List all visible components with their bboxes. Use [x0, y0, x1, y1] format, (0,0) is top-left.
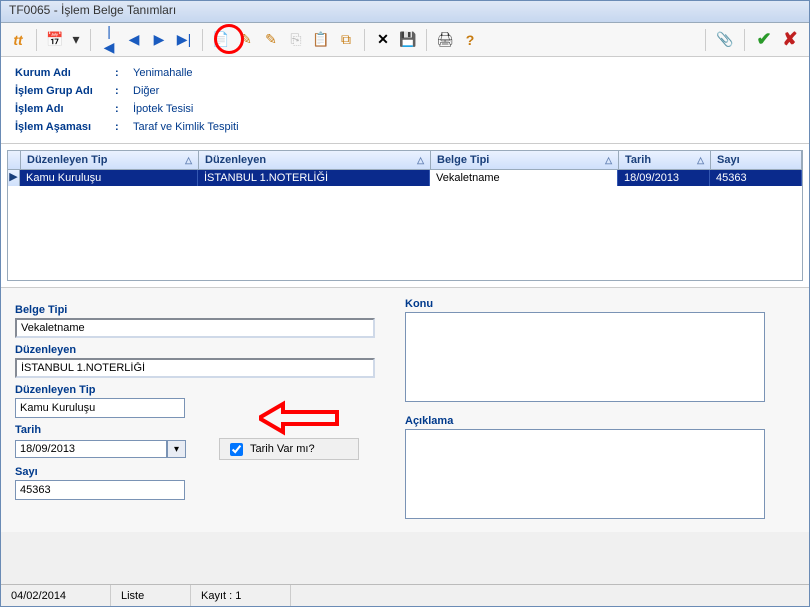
asama-value: Taraf ve Kimlik Tespiti [133, 121, 239, 133]
tarih-var-checkbox[interactable] [230, 443, 243, 456]
help-icon[interactable]: ? [459, 29, 481, 51]
grup-value: Diğer [133, 85, 159, 97]
col-tarih[interactable]: Tarih△ [619, 151, 711, 169]
belge-tipi-label: Belge Tipi [15, 304, 375, 316]
col-duzenleyen-tip[interactable]: Düzenleyen Tip△ [21, 151, 199, 169]
duzenleyen-tip-input[interactable] [15, 398, 185, 418]
grid-panel: Düzenleyen Tip△ Düzenleyen△ Belge Tipi△ … [1, 144, 809, 287]
kurum-label: Kurum Adı [15, 67, 115, 79]
edit2-icon[interactable]: ✎ [260, 29, 282, 51]
status-empty [291, 585, 809, 606]
row-indicator: ▶ [8, 170, 20, 186]
aciklama-textarea[interactable] [405, 429, 765, 519]
sort-icon: △ [185, 155, 192, 166]
grid-header-row: Düzenleyen Tip△ Düzenleyen△ Belge Tipi△ … [8, 151, 802, 170]
new-doc-icon[interactable]: 📄 [210, 29, 232, 51]
toolbar-separator [364, 29, 365, 51]
cell-tarih[interactable]: 18/09/2013 [618, 170, 710, 186]
tarih-input[interactable] [15, 440, 167, 458]
nav-prev-icon[interactable]: ◀ [123, 29, 145, 51]
sayi-label: Sayı [15, 466, 375, 478]
konu-textarea[interactable] [405, 312, 765, 402]
copy-icon[interactable]: ⎘ [285, 29, 307, 51]
info-sep: : [115, 121, 133, 133]
tarih-var-checkbox-wrap[interactable]: Tarih Var mı? [219, 438, 359, 460]
info-sep: : [115, 85, 133, 97]
info-panel: Kurum Adı : Yenimahalle İşlem Grup Adı :… [1, 57, 809, 144]
table-row[interactable]: ▶ Kamu Kuruluşu İSTANBUL 1.NOTERLİĞİ Vek… [8, 170, 802, 186]
toolbar: tt 📅 ▾ |◀ ◀ ▶ ▶| 📄 ✎ ✎ ⎘ 📋 ⧉ ✕ 💾 🖨 ? 📎 ✔… [1, 23, 809, 57]
grup-label: İşlem Grup Adı [15, 85, 115, 97]
status-liste: Liste [111, 585, 191, 606]
tarih-label: Tarih [15, 424, 375, 436]
date-dropdown-icon[interactable]: ▾ [167, 440, 186, 458]
tarih-datepicker[interactable]: ▾ [15, 440, 185, 458]
sort-icon: △ [417, 155, 424, 166]
islem-label: İşlem Adı [15, 103, 115, 115]
toolbar-separator [705, 29, 706, 51]
col-duzenleyen[interactable]: Düzenleyen△ [199, 151, 431, 169]
sort-icon: △ [697, 155, 704, 166]
sayi-input[interactable] [15, 480, 185, 500]
save-icon[interactable]: 💾 [397, 29, 419, 51]
data-grid[interactable]: Düzenleyen Tip△ Düzenleyen△ Belge Tipi△ … [7, 150, 803, 281]
nav-last-icon[interactable]: ▶| [173, 29, 195, 51]
row-indicator-header [8, 151, 21, 169]
form-right-column: Konu Açıklama [405, 298, 795, 522]
belge-tipi-input[interactable] [15, 318, 375, 338]
info-sep: : [115, 67, 133, 79]
toolbar-separator [426, 29, 427, 51]
attach-icon[interactable]: 📎 [714, 29, 736, 51]
col-belge-tipi[interactable]: Belge Tipi△ [431, 151, 619, 169]
status-kayit: Kayıt : 1 [191, 585, 291, 606]
toolbar-separator [744, 29, 745, 51]
kurum-value: Yenimahalle [133, 67, 193, 79]
sort-icon: △ [605, 155, 612, 166]
ok-icon[interactable]: ✔ [753, 29, 775, 51]
status-bar: 04/02/2014 Liste Kayıt : 1 [1, 584, 809, 606]
calendar-dropdown-icon[interactable]: ▾ [69, 29, 83, 51]
cell-duzenleyen-tip[interactable]: Kamu Kuruluşu [20, 170, 198, 186]
tarih-var-label: Tarih Var mı? [250, 443, 315, 455]
duzenleyen-label: Düzenleyen [15, 344, 375, 356]
print-icon[interactable]: 🖨 [434, 29, 456, 51]
cancel-icon[interactable]: ✘ [779, 29, 801, 51]
window-icon[interactable]: ⧉ [335, 29, 357, 51]
nav-first-icon[interactable]: |◀ [98, 29, 120, 51]
cell-duzenleyen[interactable]: İSTANBUL 1.NOTERLİĞİ [198, 170, 430, 186]
duzenleyen-input[interactable] [15, 358, 375, 378]
asama-label: İşlem Aşaması [15, 121, 115, 133]
calendar-icon[interactable]: 📅 [44, 29, 66, 51]
logo-icon[interactable]: tt [7, 29, 29, 51]
aciklama-label: Açıklama [405, 415, 795, 427]
delete-icon[interactable]: ✕ [372, 29, 394, 51]
col-sayi[interactable]: Sayı [711, 151, 802, 169]
edit1-icon[interactable]: ✎ [235, 29, 257, 51]
info-sep: : [115, 103, 133, 115]
toolbar-separator [36, 29, 37, 51]
islem-value: İpotek Tesisi [133, 103, 193, 115]
toolbar-separator [90, 29, 91, 51]
cell-sayi[interactable]: 45363 [710, 170, 802, 186]
cell-belge-tipi[interactable]: Vekaletname [430, 170, 618, 186]
duzenleyen-tip-label: Düzenleyen Tip [15, 384, 375, 396]
toolbar-separator [202, 29, 203, 51]
form-left-column: Belge Tipi Düzenleyen Düzenleyen Tip Tar… [15, 298, 375, 522]
paste-icon[interactable]: 📋 [310, 29, 332, 51]
app-window: TF0065 - İşlem Belge Tanımları tt 📅 ▾ |◀… [0, 0, 810, 607]
status-date: 04/02/2014 [1, 585, 111, 606]
form-panel: Belge Tipi Düzenleyen Düzenleyen Tip Tar… [1, 287, 809, 532]
titlebar: TF0065 - İşlem Belge Tanımları [1, 1, 809, 23]
konu-label: Konu [405, 298, 795, 310]
grid-body[interactable]: ▶ Kamu Kuruluşu İSTANBUL 1.NOTERLİĞİ Vek… [8, 170, 802, 280]
nav-next-icon[interactable]: ▶ [148, 29, 170, 51]
window-title: TF0065 - İşlem Belge Tanımları [9, 3, 176, 17]
